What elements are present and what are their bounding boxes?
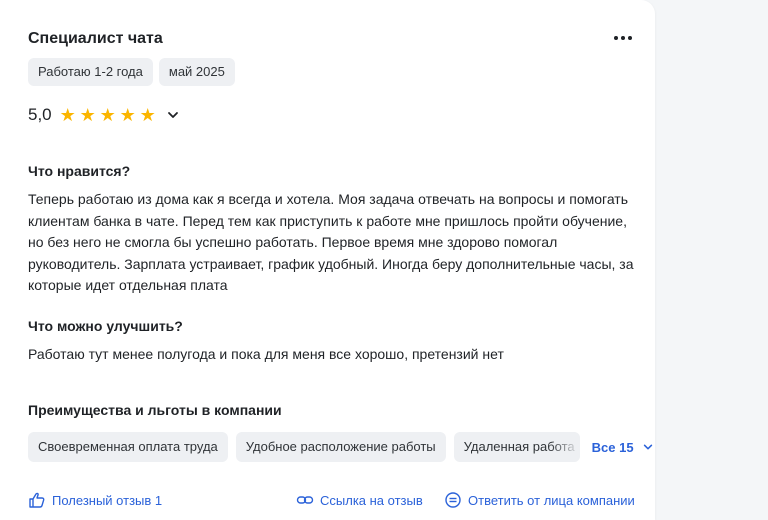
show-all-label: Все 15	[591, 439, 634, 455]
reply-comment-icon	[445, 492, 461, 508]
link-icon	[296, 496, 314, 504]
star-icon: ★	[99, 105, 116, 125]
star-icon: ★	[79, 105, 96, 125]
likes-text: Теперь работаю из дома как я всегда и хо…	[28, 191, 634, 293]
chevron-down-icon[interactable]	[166, 108, 180, 122]
benefits-heading: Преимущества и льготы в компании	[28, 402, 282, 418]
benefit-chip: Удаленная работа	[453, 432, 580, 462]
review-link-button[interactable]: Ссылка на отзыв	[296, 492, 423, 508]
review-card: Специалист чата Работаю 1-2 года май 202…	[0, 0, 655, 520]
review-title: Специалист чата	[28, 30, 163, 47]
thumbs-up-icon	[29, 492, 45, 508]
improve-heading: Что можно улучшить?	[28, 318, 183, 334]
helpful-button[interactable]: Полезный отзыв 1	[28, 492, 162, 508]
star-icon: ★	[119, 105, 136, 125]
tenure-chip: Работаю 1-2 года	[28, 58, 153, 86]
review-actions: Полезный отзыв 1 Ссылка на отзыв Ответит…	[28, 492, 640, 512]
benefit-chip: Своевременная оплата труда	[28, 432, 228, 462]
star-icon: ★	[59, 105, 76, 125]
review-meta-chips: Работаю 1-2 года май 2025	[28, 58, 235, 86]
star-icon: ★	[139, 105, 156, 125]
benefits-list: Своевременная оплата труда Удобное распо…	[28, 432, 654, 462]
rating-value: 5,0	[28, 105, 52, 124]
helpful-label: Полезный отзыв 1	[52, 492, 163, 508]
chevron-down-icon	[643, 444, 652, 450]
likes-heading: Что нравится?	[28, 163, 131, 179]
improve-text: Работаю тут менее полугода и пока для ме…	[28, 346, 504, 362]
rating-stars: ★ ★ ★ ★ ★	[58, 103, 158, 127]
reply-label: Ответить от лица компании	[468, 492, 635, 508]
more-options-icon[interactable]	[608, 26, 638, 50]
review-link-label: Ссылка на отзыв	[320, 492, 423, 508]
rating-row[interactable]: 5,0 ★ ★ ★ ★ ★	[28, 103, 180, 127]
benefit-chip: Удобное расположение работы	[235, 432, 446, 462]
reply-button[interactable]: Ответить от лица компании	[444, 492, 635, 508]
show-all-benefits-button[interactable]: Все 15	[592, 440, 654, 455]
date-chip: май 2025	[158, 58, 235, 86]
